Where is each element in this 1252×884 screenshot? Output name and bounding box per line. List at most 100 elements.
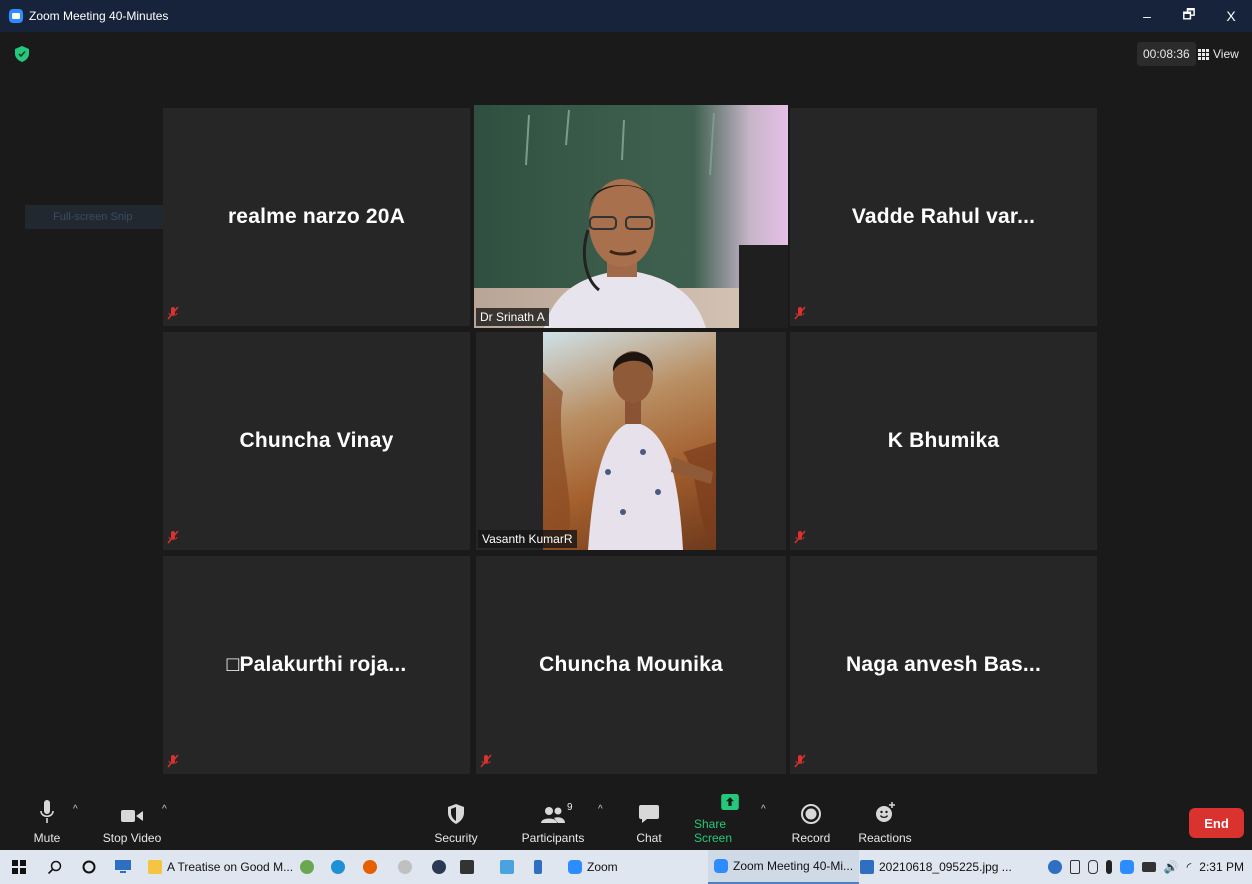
participant-tile[interactable]: Vadde Rahul var...	[790, 108, 1097, 326]
taskbar-app-dark[interactable]	[460, 850, 474, 884]
dark-app-icon	[460, 860, 474, 874]
muted-mic-icon	[794, 306, 806, 320]
restore-button[interactable]: 🗗	[1168, 0, 1210, 32]
blue-app-icon	[500, 860, 514, 874]
record-button[interactable]: Record	[789, 794, 833, 850]
clock[interactable]: 2:31 PM	[1199, 860, 1244, 874]
stop-video-label: Stop Video	[102, 831, 162, 845]
participant-name: Vadde Rahul var...	[851, 205, 1036, 228]
taskbar-app-label: Zoom	[587, 860, 618, 874]
encryption-shield-icon[interactable]	[15, 46, 29, 62]
reactions-label: Reactions	[858, 831, 912, 845]
taskbar-edge[interactable]	[331, 850, 345, 884]
participant-name: K Bhumika	[887, 429, 1000, 452]
reactions-button[interactable]: Reactions	[857, 794, 913, 850]
record-icon	[801, 804, 821, 824]
taskbar-app-zoom-meeting[interactable]: Zoom Meeting 40-Mi...	[708, 850, 860, 884]
meeting-area: 00:08:36 View Full-screen Snip realme na…	[0, 32, 1252, 794]
chat-button[interactable]: Chat	[630, 794, 668, 850]
tray-app-icon[interactable]	[1047, 860, 1062, 874]
zoom-icon	[568, 860, 582, 874]
audio-options-caret[interactable]: ^	[73, 804, 78, 815]
share-screen-arrow-icon	[721, 794, 739, 810]
windows-taskbar: A Treatise on Good M... Zoom Zoom Meetin…	[0, 850, 1252, 884]
taskbar-firefox[interactable]	[363, 850, 377, 884]
search-icon	[48, 860, 62, 874]
edge-browser-icon	[331, 860, 345, 874]
battery-icon[interactable]	[1141, 862, 1156, 872]
mute-button[interactable]: Mute	[26, 794, 68, 850]
taskbar-app-label: 20210618_095225.jpg ...	[879, 860, 1012, 874]
zoom-tray-icon[interactable]	[1119, 860, 1134, 874]
stop-video-button[interactable]: Stop Video	[100, 794, 164, 850]
meeting-toolbar: Mute ^ Stop Video ^ Security Participant…	[0, 794, 1252, 850]
system-tray: 🔊 ◜ 2:31 PM	[1047, 850, 1244, 884]
taskbar-app-label: A Treatise on Good M...	[167, 860, 294, 874]
taskbar-opera[interactable]	[432, 850, 446, 884]
participant-tile[interactable]: Vasanth KumarR	[476, 332, 786, 550]
zoom-icon	[714, 859, 728, 873]
muted-mic-icon	[480, 754, 492, 768]
photos-icon	[860, 860, 874, 874]
participant-name-tag: Dr Srinath A	[476, 308, 549, 326]
microphone-tray-icon[interactable]	[1105, 860, 1112, 874]
close-button[interactable]: X	[1210, 0, 1252, 32]
participant-video	[543, 332, 716, 550]
participants-button[interactable]: Participants	[520, 794, 586, 850]
taskbar-paint[interactable]	[398, 850, 412, 884]
grid-view-icon	[1198, 48, 1209, 60]
end-meeting-button[interactable]: End	[1189, 808, 1244, 838]
wifi-icon[interactable]: ◜	[1187, 860, 1192, 874]
participant-tile[interactable]: □Palakurthi roja...	[163, 556, 470, 774]
participant-name-tag: Vasanth KumarR	[478, 530, 577, 548]
participant-tile[interactable]: Chuncha Mounika	[476, 556, 786, 774]
participant-tile[interactable]: K Bhumika	[790, 332, 1097, 550]
monitor-icon	[115, 860, 131, 873]
microphone-icon	[40, 800, 54, 823]
usb-icon[interactable]	[1069, 860, 1080, 874]
full-screen-snip-overlay[interactable]: Full-screen Snip	[25, 205, 183, 229]
taskbar-app-blue[interactable]	[500, 850, 514, 884]
security-button[interactable]: Security	[432, 794, 480, 850]
participants-options-caret[interactable]: ^	[598, 804, 603, 815]
window-controls: – 🗗 X	[1126, 0, 1252, 32]
mute-label: Mute	[33, 831, 61, 845]
participant-tile[interactable]: Naga anvesh Bas...	[790, 556, 1097, 774]
muted-mic-icon	[794, 530, 806, 544]
view-button[interactable]: View	[1198, 42, 1239, 66]
share-screen-button[interactable]: Share Screen	[694, 794, 766, 850]
participant-name: □Palakurthi roja...	[226, 653, 407, 676]
participant-name: Chuncha Mounika	[539, 653, 723, 676]
search-button[interactable]	[48, 850, 62, 884]
folder-icon	[148, 860, 162, 874]
cortana-ring-icon	[82, 860, 96, 874]
video-options-caret[interactable]: ^	[162, 804, 167, 815]
view-label: View	[1213, 47, 1239, 61]
taskbar-edge-legacy[interactable]	[300, 850, 314, 884]
mouse-icon[interactable]	[1087, 860, 1098, 874]
record-label: Record	[791, 831, 831, 845]
start-button[interactable]	[12, 850, 26, 884]
participant-name: Chuncha Vinay	[239, 429, 394, 452]
task-view-button[interactable]	[115, 850, 131, 884]
participants-label: Participants	[521, 831, 585, 845]
cortana-button[interactable]	[82, 850, 96, 884]
muted-mic-icon	[167, 754, 179, 768]
taskbar-app-photo[interactable]: 20210618_095225.jpg ...	[860, 850, 1012, 884]
firefox-icon	[363, 860, 377, 874]
muted-mic-icon	[794, 754, 806, 768]
share-options-caret[interactable]: ^	[761, 804, 766, 815]
speaker-icon[interactable]: 🔊	[1164, 860, 1179, 874]
participant-tile[interactable]: realme narzo 20A	[163, 108, 470, 326]
participant-tile[interactable]: Chuncha Vinay	[163, 332, 470, 550]
participant-name: realme narzo 20A	[227, 205, 406, 228]
participant-name: Naga anvesh Bas...	[845, 653, 1042, 676]
phone-icon	[534, 860, 542, 874]
video-camera-icon	[121, 810, 143, 822]
taskbar-app-zoom[interactable]: Zoom	[568, 850, 618, 884]
minimize-button[interactable]: –	[1126, 0, 1168, 32]
participant-tile-active-speaker[interactable]: Dr Srinath A	[474, 105, 788, 328]
window-title: Zoom Meeting 40-Minutes	[29, 9, 169, 23]
taskbar-app-treatise[interactable]: A Treatise on Good M...	[148, 850, 293, 884]
taskbar-phone[interactable]	[534, 850, 542, 884]
